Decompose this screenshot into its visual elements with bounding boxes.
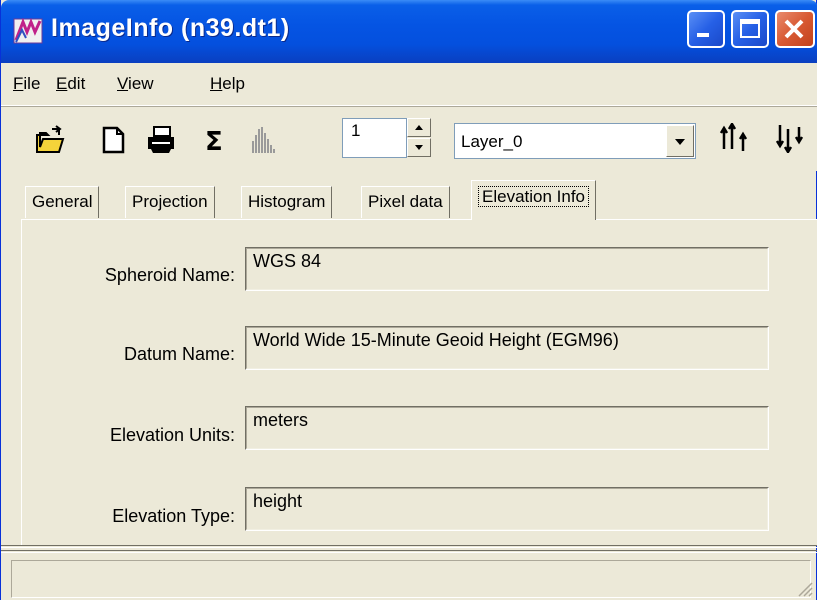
layer-dropdown-button[interactable] (666, 125, 694, 157)
tab-histogram[interactable]: Histogram (241, 186, 333, 218)
imageinfo-window: ImageInfo (n39.dt1) File Edit View Help (0, 0, 817, 600)
datum-name-field[interactable]: World Wide 15-Minute Geoid Height (EGM96… (245, 326, 769, 370)
spheroid-name-field[interactable]: WGS 84 (245, 247, 769, 291)
elevation-units-value: meters (253, 410, 309, 430)
menu-help-label: elp (222, 74, 245, 93)
menu-edit-label: dit (67, 74, 86, 93)
spin-down-button[interactable] (407, 138, 431, 157)
down-arrow-icon (415, 145, 423, 150)
resize-grip-icon[interactable] (795, 579, 813, 597)
spheroid-name-label: Spheroid Name: (104, 265, 235, 285)
divider (1, 550, 817, 553)
menu-file-label: ile (23, 74, 41, 93)
open-folder-icon[interactable] (35, 125, 65, 155)
menu-help[interactable]: Help (210, 74, 245, 94)
minimize-button[interactable] (687, 10, 725, 48)
minimize-icon (697, 33, 709, 37)
elevation-type-value: height (253, 491, 303, 511)
tab-elevation-info-label: Elevation Info (478, 186, 590, 207)
divider (1, 545, 817, 548)
menu-edit-mnemonic: E (56, 74, 68, 93)
menu-bar: File Edit View Help (1, 63, 817, 106)
elevation-type-label: Elevation Type: (112, 506, 235, 526)
menu-file-mnemonic: F (13, 74, 24, 93)
tab-pixel-data-label: Pixel data (368, 192, 443, 211)
chevron-down-icon (675, 139, 685, 145)
svg-text:Σ: Σ (205, 127, 223, 155)
sort-ascending-icon[interactable] (719, 123, 753, 153)
tab-histogram-label: Histogram (248, 192, 326, 211)
new-document-icon[interactable] (98, 125, 128, 155)
datum-name-label: Datum Name: (123, 344, 235, 364)
sort-descending-icon[interactable] (775, 123, 809, 153)
menu-view[interactable]: View (117, 74, 154, 94)
up-arrow-icon (415, 125, 423, 130)
tab-general[interactable]: General (25, 186, 100, 218)
sum-icon[interactable]: Σ (201, 125, 231, 155)
window-title: ImageInfo (n39.dt1) (51, 14, 290, 42)
close-button[interactable] (775, 10, 815, 48)
tab-pixel-data[interactable]: Pixel data (361, 186, 450, 218)
app-icon (13, 17, 43, 44)
elevation-units-label: Elevation Units: (109, 425, 235, 445)
histogram-icon[interactable] (249, 125, 279, 155)
title-bar[interactable]: ImageInfo (n39.dt1) (1, 0, 817, 63)
maximize-icon (740, 19, 760, 38)
menu-view-mnemonic: V (117, 74, 129, 93)
menu-file[interactable]: File (13, 74, 40, 94)
maximize-button[interactable] (731, 10, 769, 48)
spin-up-button[interactable] (407, 118, 431, 137)
spheroid-name-value: WGS 84 (253, 251, 322, 271)
layer-select[interactable]: Layer_0 (454, 123, 696, 159)
close-icon (784, 19, 804, 39)
datum-name-value: World Wide 15-Minute Geoid Height (EGM96… (253, 330, 619, 350)
elevation-type-field[interactable]: height (245, 487, 769, 531)
tab-elevation-info[interactable]: Elevation Info (471, 180, 597, 220)
menu-help-mnemonic: H (210, 74, 223, 93)
status-bar (11, 560, 811, 598)
layer-select-value: Layer_0 (461, 132, 523, 151)
tab-projection-label: Projection (132, 192, 208, 211)
band-spin-buttons (407, 118, 433, 158)
tab-general-label: General (32, 192, 93, 211)
menu-view-label: iew (128, 74, 154, 93)
band-spin-input[interactable]: 1 (342, 118, 407, 158)
tab-projection[interactable]: Projection (125, 186, 215, 218)
print-icon[interactable] (146, 125, 176, 155)
elevation-units-field[interactable]: meters (245, 406, 769, 450)
menu-edit[interactable]: Edit (56, 74, 85, 94)
